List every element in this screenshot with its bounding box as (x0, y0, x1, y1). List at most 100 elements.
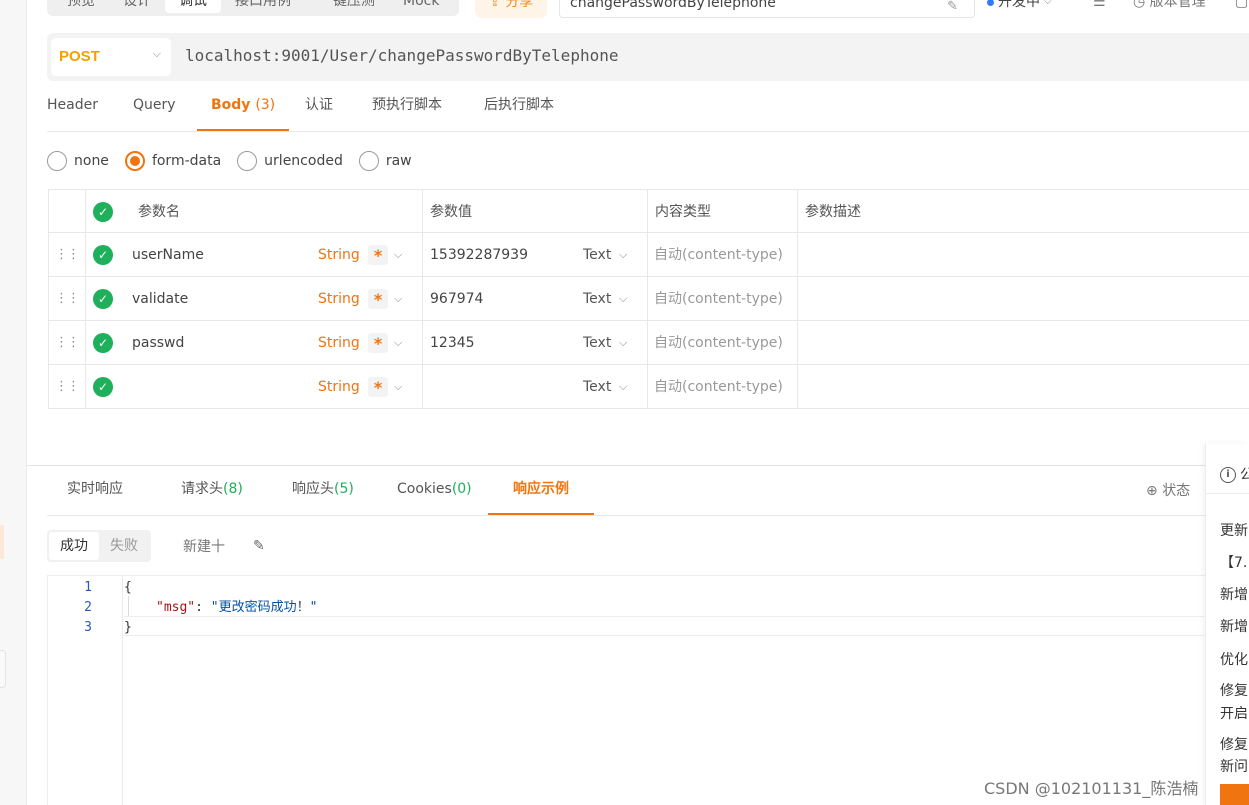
tab-test-cases[interactable]: 接口用例 (221, 0, 305, 13)
row-enabled-check-icon[interactable]: ✓ (93, 333, 113, 353)
tab-response-headers[interactable]: 响应头(5) (292, 466, 354, 515)
status-select[interactable]: 开发中 ⌵ (987, 0, 1052, 16)
radio-circle[interactable] (47, 151, 67, 171)
value-format-select[interactable]: Text (583, 277, 611, 321)
param-name-input[interactable]: userName (132, 233, 204, 277)
radio-raw-label: raw (385, 153, 412, 169)
value-format-select[interactable]: Text (583, 233, 611, 277)
changelog-panel: i 公 更新 【7. 新增 新增 优化 修复 开启 修复 新问 (1205, 444, 1249, 805)
required-toggle[interactable]: * (368, 377, 388, 397)
example-success-tab[interactable]: 成功 (49, 532, 99, 560)
chevron-down-icon[interactable]: ⌵ (394, 365, 402, 409)
radio-raw[interactable]: raw (358, 151, 412, 171)
history-icon[interactable]: ☰ (1093, 0, 1106, 16)
tab-response-example[interactable]: 响应示例 (488, 466, 594, 515)
api-name-input[interactable]: changePasswordByTelephone ✎ (559, 0, 975, 18)
response-code-editor[interactable]: 1 2 3 { "msg": "更改密码成功！" } (47, 575, 1205, 805)
changelog-action-button[interactable] (1220, 784, 1249, 805)
select-all-check-icon[interactable]: ✓ (93, 202, 113, 222)
tab-header[interactable]: Header (47, 82, 98, 131)
tab-post-script[interactable]: 后执行脚本 (484, 82, 554, 131)
line-number: 1 (84, 580, 92, 595)
more-icon[interactable]: ▢ (1235, 0, 1248, 16)
tab-cookies[interactable]: Cookies(0) (397, 466, 472, 515)
chevron-down-icon[interactable]: ⌵ (394, 233, 402, 277)
changelog-line: 修复 (1220, 737, 1248, 753)
tab-pre-script[interactable]: 预执行脚本 (372, 82, 442, 131)
tab-request-headers-count: (8) (223, 481, 243, 497)
json-colon: : (195, 600, 211, 615)
chevron-down-icon[interactable]: ⌵ (619, 233, 627, 277)
required-toggle[interactable]: * (368, 333, 388, 353)
radio-circle-checked[interactable] (124, 151, 145, 171)
required-toggle[interactable]: * (368, 245, 388, 265)
tab-auth[interactable]: 认证 (305, 82, 333, 131)
radio-none[interactable]: none (47, 151, 109, 171)
pencil-icon[interactable]: ✎ (253, 538, 265, 554)
left-sidebar-edge (0, 0, 27, 805)
version-button[interactable]: ◷ 版本管理 (1133, 0, 1206, 16)
content-type-input[interactable]: 自动(content-type) (654, 321, 783, 365)
param-type-select[interactable]: String (318, 233, 360, 277)
tab-debug[interactable]: 调试 (165, 0, 221, 13)
radio-circle[interactable] (237, 151, 258, 171)
response-tabs: 实时响应 请求头(8) 响应头(5) Cookies(0) 响应示例 (47, 466, 1205, 516)
value-format-select[interactable]: Text (583, 365, 611, 409)
content-type-input[interactable]: 自动(content-type) (654, 365, 783, 409)
row-enabled-check-icon[interactable]: ✓ (93, 245, 113, 265)
required-toggle[interactable]: * (368, 289, 388, 309)
chevron-down-icon[interactable]: ⌵ (619, 277, 627, 321)
tab-body[interactable]: Body (3) (197, 82, 290, 131)
row-enabled-check-icon[interactable]: ✓ (93, 377, 113, 397)
chevron-down-icon[interactable]: ⌵ (619, 365, 627, 409)
share-icon: ⇪ (489, 0, 501, 10)
param-name-input[interactable]: validate (132, 277, 188, 321)
drag-handle-icon[interactable]: ⋮⋮ (48, 321, 86, 364)
param-value-input[interactable]: 12345 (430, 321, 475, 365)
edit-icon[interactable]: ✎ (947, 0, 958, 20)
param-value-input[interactable]: 15392287939 (430, 233, 528, 277)
example-fail-tab[interactable]: 失败 (99, 532, 149, 560)
tab-design[interactable]: 设计 (109, 0, 165, 13)
drag-handle-icon[interactable]: ⋮⋮ (48, 233, 86, 276)
changelog-line: 新问 (1220, 759, 1248, 775)
row-enabled-check-icon[interactable]: ✓ (93, 289, 113, 309)
radio-form-data[interactable]: form-data (124, 151, 221, 171)
radio-urlencoded[interactable]: urlencoded (237, 151, 343, 171)
tab-query[interactable]: Query (133, 82, 176, 131)
drag-handle-icon[interactable]: ⋮⋮ (48, 277, 86, 320)
tab-body-label: Body (211, 97, 251, 113)
param-type-select[interactable]: String (318, 365, 360, 409)
line-number: 3 (84, 620, 92, 635)
content-type-input[interactable]: 自动(content-type) (654, 277, 783, 321)
header-param-name: 参数名 (138, 204, 180, 220)
tab-mock[interactable]: Mock (389, 0, 453, 13)
request-tabs: Header Query Body (3) 认证 预执行脚本 后执行脚本 (47, 82, 1249, 132)
chevron-down-icon[interactable]: ⌵ (619, 321, 627, 365)
table-row: ⋮⋮ ✓ validate String * ⌵ 967974 Text ⌵ 自… (48, 277, 1249, 321)
sidebar-collapse-handle[interactable] (0, 650, 6, 688)
line-gutter: 1 2 3 (48, 576, 123, 805)
body-type-radios: none form-data urlencoded raw (47, 148, 428, 174)
chevron-down-icon[interactable]: ⌵ (394, 277, 402, 321)
method-select[interactable]: POST ⌵ (51, 38, 171, 76)
tab-request-headers-label: 请求头 (181, 481, 223, 497)
drag-handle-icon[interactable]: ⋮⋮ (48, 365, 86, 408)
tab-load-test[interactable]: 一键压测 (305, 0, 389, 13)
chevron-down-icon: ⌵ (152, 47, 161, 60)
param-name-input[interactable]: passwd (132, 321, 184, 365)
content-type-input[interactable]: 自动(content-type) (654, 233, 783, 277)
chevron-down-icon[interactable]: ⌵ (394, 321, 402, 365)
tab-realtime-response[interactable]: 实时响应 (67, 466, 123, 515)
radio-circle[interactable] (358, 151, 379, 171)
param-value-input[interactable]: 967974 (430, 277, 483, 321)
value-format-select[interactable]: Text (583, 321, 611, 365)
param-type-select[interactable]: String (318, 321, 360, 365)
header-content-type: 内容类型 (655, 204, 711, 220)
param-type-select[interactable]: String (318, 277, 360, 321)
share-button[interactable]: ⇪ 分享 (475, 0, 548, 18)
tab-preview[interactable]: 预览 (53, 0, 109, 13)
url-input[interactable]: localhost:9001/User/changePasswordByTele… (185, 46, 618, 65)
new-example-button[interactable]: 新建十 (183, 536, 225, 556)
tab-request-headers[interactable]: 请求头(8) (181, 466, 243, 515)
